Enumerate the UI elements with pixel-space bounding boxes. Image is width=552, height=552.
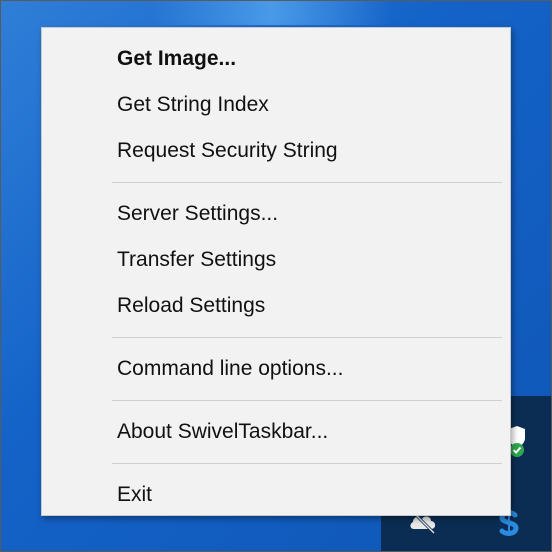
menu-item-transfer-settings[interactable]: Transfer Settings [42, 237, 510, 283]
menu-separator [112, 182, 502, 183]
screenshot-frame: Get Image... Get String Index Request Se… [0, 0, 552, 552]
menu-item-get-image[interactable]: Get Image... [42, 36, 510, 82]
menu-item-get-string-index[interactable]: Get String Index [42, 82, 510, 128]
menu-item-about[interactable]: About SwivelTaskbar... [42, 409, 510, 455]
menu-item-server-settings[interactable]: Server Settings... [42, 191, 510, 237]
menu-item-reload-settings[interactable]: Reload Settings [42, 283, 510, 329]
menu-separator [112, 400, 502, 401]
menu-item-exit[interactable]: Exit [42, 472, 510, 518]
menu-separator [112, 463, 502, 464]
menu-item-request-security-string[interactable]: Request Security String [42, 128, 510, 174]
menu-item-command-line-options[interactable]: Command line options... [42, 346, 510, 392]
menu-separator [112, 337, 502, 338]
context-menu: Get Image... Get String Index Request Se… [41, 27, 511, 516]
wallpaper-light-streak [151, 1, 391, 25]
